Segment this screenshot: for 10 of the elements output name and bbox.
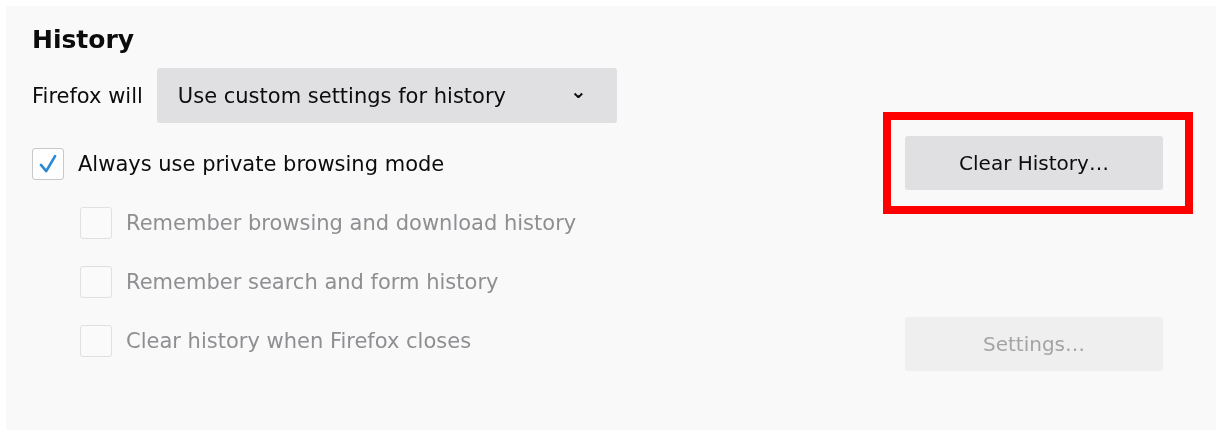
clear-history-button[interactable]: Clear History… bbox=[905, 136, 1163, 190]
section-title: History bbox=[32, 24, 136, 56]
checkbox-label: Always use private browsing mode bbox=[78, 152, 445, 176]
caret-icon: ⌄ bbox=[570, 80, 587, 101]
history-dropdown[interactable]: Use custom settings for history ⌄ bbox=[156, 68, 617, 123]
checkbox[interactable] bbox=[32, 148, 64, 180]
field-label: Firefox will bbox=[32, 83, 143, 108]
checkbox-label: Remember search and form history bbox=[126, 270, 499, 294]
checkbox-label: Clear history when Firefox closes bbox=[126, 329, 472, 353]
checkbox-label: Remember browsing and download history bbox=[126, 211, 577, 235]
